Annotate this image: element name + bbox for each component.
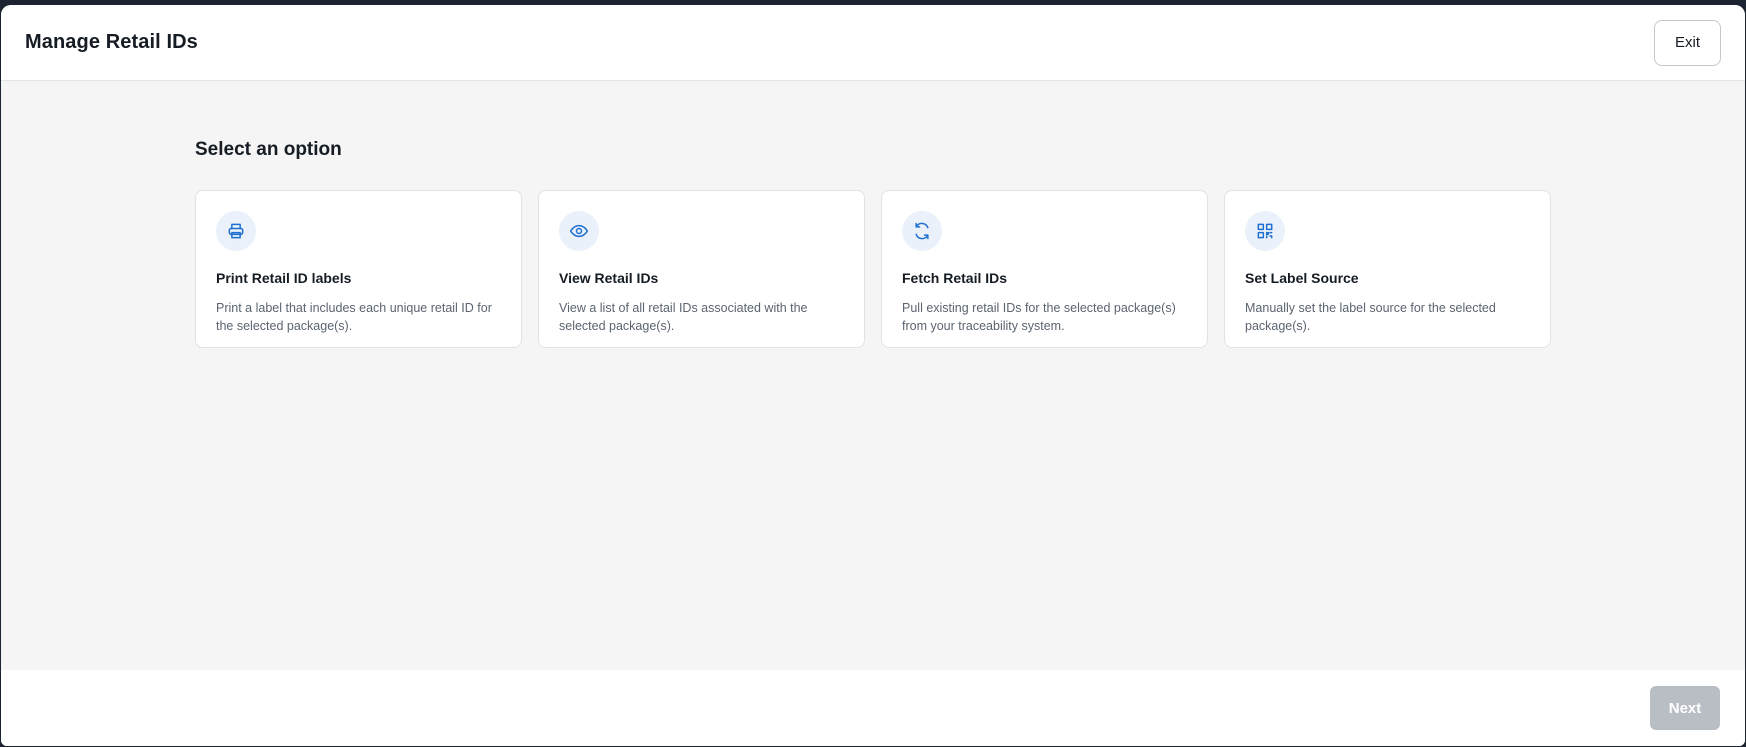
printer-icon <box>216 211 256 251</box>
manage-retail-ids-modal: Manage Retail IDs Exit Select an option … <box>1 5 1745 746</box>
option-card-view-retail-ids[interactable]: View Retail IDs View a list of all retai… <box>538 190 865 348</box>
modal-title: Manage Retail IDs <box>25 31 198 53</box>
option-card-description: View a list of all retail IDs associated… <box>559 301 808 333</box>
option-card-description: Print a label that includes each unique … <box>216 301 492 333</box>
qr-code-icon <box>1245 211 1285 251</box>
eye-icon <box>559 211 599 251</box>
option-card-set-label-source[interactable]: Set Label Source Manually set the label … <box>1224 190 1551 348</box>
option-card-description: Manually set the label source for the se… <box>1245 301 1496 333</box>
option-card-fetch-retail-ids[interactable]: Fetch Retail IDs Pull existing retail ID… <box>881 190 1208 348</box>
modal-footer: Next <box>1 670 1745 746</box>
modal-body: Select an option Print Retail ID labels … <box>1 81 1745 670</box>
option-card-title: Fetch Retail IDs <box>902 270 1008 286</box>
next-button[interactable]: Next <box>1650 686 1720 730</box>
option-card-title: Set Label Source <box>1245 270 1359 286</box>
exit-button[interactable]: Exit <box>1654 19 1721 66</box>
option-card-print-retail-id-labels[interactable]: Print Retail ID labels Print a label tha… <box>195 190 522 348</box>
option-card-title: Print Retail ID labels <box>216 270 352 286</box>
option-card-description: Pull existing retail IDs for the selecte… <box>902 301 1176 333</box>
modal-header: Manage Retail IDs Exit <box>1 5 1745 81</box>
section-title: Select an option <box>195 139 342 160</box>
refresh-icon <box>902 211 942 251</box>
option-card-title: View Retail IDs <box>559 270 659 286</box>
option-cards: Print Retail ID labels Print a label tha… <box>195 190 1551 348</box>
